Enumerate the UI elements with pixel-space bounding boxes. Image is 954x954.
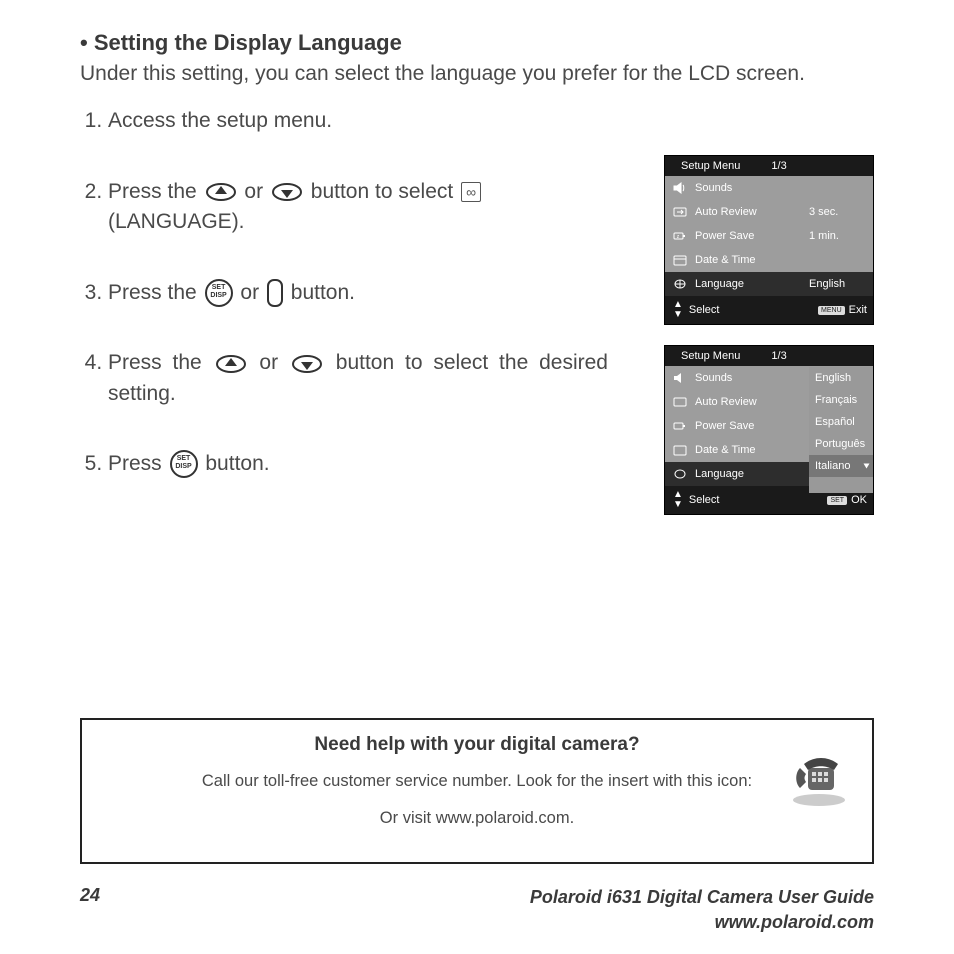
lang-icon [671,467,689,481]
menu-label: Auto Review [689,396,809,408]
step-3-text-a: Press the [108,281,197,304]
updown-arrows-icon: ▲▼ [673,490,683,510]
help-box: Need help with your digital camera? Call… [80,718,874,864]
step-4: Press the or button to select the desire… [108,348,608,409]
step-4-text-b: or [259,351,278,374]
menu-value: 1 min. [809,230,867,242]
down-button-icon [271,181,303,203]
option-italiano: Italiano [809,455,873,477]
power-icon: z [671,229,689,243]
step-2-text-d: (LANGUAGE). [108,207,608,237]
language-icon: ∞ [461,182,481,202]
step-2-text-c: button to select [311,180,453,203]
help-line-1: Call our toll-free customer service numb… [102,772,852,791]
language-options: English Français Español Português Itali… [809,367,873,493]
help-title: Need help with your digital camera? [102,734,852,756]
menu-page-index: 1/3 [771,350,786,362]
step-3-text-c: button. [291,281,355,304]
option-francais: Français [809,389,873,411]
footer-title: Polaroid i631 Digital Camera User Guide [530,887,874,907]
clock-icon [671,443,689,457]
menu-title: Setup Menu [681,160,740,172]
right-button-icon [267,279,283,307]
phone-icon [780,748,858,808]
option-espanol: Español [809,411,873,433]
screenshots: Setup Menu 1/3 Sounds Auto Review 3 sec.… [664,155,874,535]
menu-foot-btn: SET [827,496,847,505]
menu-label: Power Save [689,420,809,432]
updown-arrows-icon: ▲▼ [673,300,683,320]
setup-menu-1: Setup Menu 1/3 Sounds Auto Review 3 sec.… [664,155,874,325]
menu-label: Language [689,468,809,480]
menu-title-bar: Setup Menu 1/3 [665,346,873,366]
menu-title-bar: Setup Menu 1/3 [665,156,873,176]
manual-page: • Setting the Display Language Under thi… [0,0,954,954]
menu-foot-select: Select [689,304,720,316]
menu-row-auto-review: Auto Review 3 sec. [665,200,873,224]
speaker-icon [671,371,689,385]
menu-label: Power Save [689,230,809,242]
menu-value: English [809,278,867,290]
step-5-text-b: button. [205,452,269,475]
option-portugues: Português [809,433,873,455]
page-number: 24 [80,885,100,906]
speaker-icon [671,181,689,195]
clock-icon [671,253,689,267]
lang-icon [671,277,689,291]
menu-page-index: 1/3 [771,160,786,172]
menu-title: Setup Menu [681,350,740,362]
step-2-text-b: or [244,180,263,203]
menu-foot-select: Select [689,494,720,506]
menu-row-datetime: Date & Time [665,248,873,272]
menu-label: Date & Time [689,254,809,266]
menu-footer: ▲▼ Select MENU Exit [665,296,873,324]
down-button-icon [291,353,323,375]
menu-label: Language [689,278,809,290]
step-1: Access the setup menu. [108,106,608,136]
menu-foot-action: OK [851,494,867,506]
option-english: English [809,367,873,389]
menu-row-power-save: z Power Save 1 min. [665,224,873,248]
up-button-icon [215,353,247,375]
section-title: • Setting the Display Language [80,30,874,56]
menu-label: Sounds [689,372,809,384]
menu-foot-action: Exit [849,304,867,316]
menu-label: Auto Review [689,206,809,218]
step-2: Press the or button to select ∞ (LANGUAG… [108,177,608,238]
section-intro: Under this setting, you can select the l… [80,60,874,88]
step-3-text-b: or [240,281,259,304]
menu-value: 3 sec. [809,206,867,218]
menu-row-language: Language English [665,272,873,296]
step-4-text-a: Press the [108,351,202,374]
review-icon [671,205,689,219]
menu-row-sounds: Sounds [665,176,873,200]
step-5: Press SETDISP button. [108,449,608,479]
steps-list: Access the setup menu. Press the or butt… [80,106,608,479]
set-disp-button-icon: SETDISP [170,450,198,478]
footer-url: www.polaroid.com [715,912,874,932]
step-2-text-a: Press the [108,180,197,203]
step-1-text: Access the setup menu. [108,106,608,136]
help-line-2: Or visit www.polaroid.com. [102,809,852,828]
menu-label: Sounds [689,182,809,194]
setup-menu-2: Setup Menu 1/3 Sounds Auto Review Power … [664,345,874,515]
step-5-text-a: Press [108,452,162,475]
page-footer: 24 Polaroid i631 Digital Camera User Gui… [80,885,874,934]
menu-foot-btn: MENU [818,306,845,315]
power-icon [671,419,689,433]
step-3: Press the SETDISP or button. [108,278,608,308]
up-button-icon [205,181,237,203]
set-disp-button-icon: SETDISP [205,279,233,307]
menu-label: Date & Time [689,444,809,456]
review-icon [671,395,689,409]
